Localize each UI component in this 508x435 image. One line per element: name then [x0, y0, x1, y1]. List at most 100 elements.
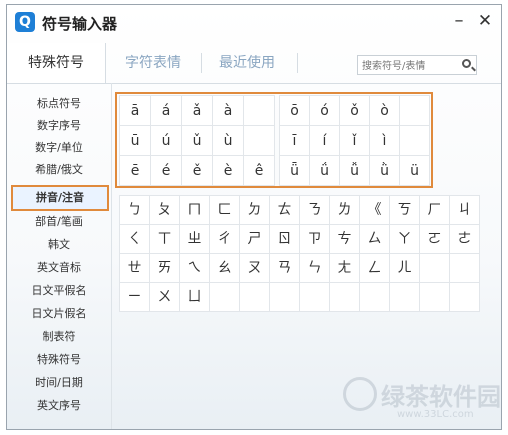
symbol-cell[interactable]: ō	[280, 96, 310, 126]
symbol-cell[interactable]	[240, 283, 270, 312]
symbol-cell[interactable]: ㄈ	[210, 196, 240, 225]
symbol-cell[interactable]: ㄆ	[150, 196, 180, 225]
symbol-cell[interactable]: ā	[120, 96, 151, 126]
tab-divider	[297, 53, 298, 73]
symbol-cell[interactable]	[270, 283, 300, 312]
symbol-cell[interactable]	[450, 283, 480, 312]
symbol-cell[interactable]: ǜ	[370, 156, 400, 186]
symbol-cell[interactable]: à	[213, 96, 244, 126]
symbol-cell[interactable]: ㄓ	[180, 225, 210, 254]
symbol-cell[interactable]: ǚ	[340, 156, 370, 186]
symbol-cell[interactable]: ü	[400, 156, 430, 186]
sidebar-item-english-ordinals[interactable]: 英文序号	[7, 395, 111, 417]
symbol-cell[interactable]: ㄎ	[390, 196, 420, 225]
symbol-cell[interactable]	[400, 126, 430, 156]
symbol-cell[interactable]: ㄨ	[150, 283, 180, 312]
symbol-cell[interactable]: ㄜ	[450, 225, 480, 254]
symbol-cell[interactable]: ㄦ	[390, 254, 420, 283]
symbol-cell[interactable]: ㄚ	[390, 225, 420, 254]
symbol-cell[interactable]: ē	[120, 156, 151, 186]
symbol-cell[interactable]: ú	[151, 126, 182, 156]
minimize-button[interactable]: –	[448, 10, 470, 32]
symbol-cell[interactable]: ǒ	[340, 96, 370, 126]
search-input[interactable]	[360, 56, 458, 76]
symbol-cell[interactable]: ㄗ	[300, 225, 330, 254]
symbol-cell[interactable]: ㄠ	[210, 254, 240, 283]
symbol-cell[interactable]: ì	[370, 126, 400, 156]
symbol-cell[interactable]: ê	[244, 156, 275, 186]
symbol-cell[interactable]	[390, 283, 420, 312]
symbol-cell[interactable]: ㄛ	[420, 225, 450, 254]
symbol-cell[interactable]: ㄩ	[180, 283, 210, 312]
symbol-cell[interactable]: ㄣ	[300, 254, 330, 283]
symbol-cell[interactable]: ㄊ	[270, 196, 300, 225]
sidebar-item-punctuation[interactable]: 标点符号	[7, 93, 111, 115]
symbol-cell[interactable]: ㄥ	[360, 254, 390, 283]
sidebar-item-korean[interactable]: 韩文	[7, 234, 111, 256]
symbol-cell[interactable]: ㄑ	[120, 225, 150, 254]
symbol-cell[interactable]: í	[310, 126, 340, 156]
symbol-cell[interactable]: ㄤ	[330, 254, 360, 283]
symbol-cell[interactable]: é	[151, 156, 182, 186]
symbol-cell[interactable]	[300, 283, 330, 312]
symbol-cell[interactable]: ㄢ	[270, 254, 300, 283]
symbol-cell[interactable]: ㄇ	[180, 196, 210, 225]
symbol-cell[interactable]: á	[151, 96, 182, 126]
sidebar-item-english-phonetics[interactable]: 英文音标	[7, 257, 111, 279]
symbol-cell[interactable]: ㄉ	[240, 196, 270, 225]
tab-special-symbols[interactable]: 特殊符号	[7, 43, 106, 83]
symbol-cell[interactable]: ī	[280, 126, 310, 156]
tab-char-emoticons[interactable]: 字符表情	[125, 43, 181, 83]
symbol-cell[interactable]: ㄏ	[420, 196, 450, 225]
symbol-cell[interactable]	[244, 126, 275, 156]
symbol-cell[interactable]: ǖ	[280, 156, 310, 186]
symbol-cell[interactable]: ㄋ	[300, 196, 330, 225]
symbol-cell[interactable]: ㄐ	[450, 196, 480, 225]
symbol-cell[interactable]: ㄅ	[120, 196, 150, 225]
sidebar-item-radicals-strokes[interactable]: 部首/笔画	[7, 211, 111, 233]
symbol-cell[interactable]: ㄒ	[150, 225, 180, 254]
symbol-cell[interactable]: è	[213, 156, 244, 186]
sidebar-item-number-ordinals[interactable]: 数字序号	[7, 115, 111, 137]
sidebar-item-pinyin-zhuyin[interactable]: 拼音/注音	[11, 185, 109, 211]
symbol-cell[interactable]: ě	[182, 156, 213, 186]
symbol-cell[interactable]	[420, 254, 450, 283]
symbol-cell[interactable]: ǘ	[310, 156, 340, 186]
symbol-cell[interactable]: ㄙ	[360, 225, 390, 254]
symbol-cell[interactable]: ó	[310, 96, 340, 126]
symbol-cell[interactable]: ǔ	[182, 126, 213, 156]
sidebar-item-box-drawing[interactable]: 制表符	[7, 326, 111, 348]
symbol-cell[interactable]	[330, 283, 360, 312]
symbol-cell[interactable]	[244, 96, 275, 126]
symbol-cell[interactable]	[420, 283, 450, 312]
search-icon[interactable]	[462, 59, 471, 68]
sidebar-item-greek-russian[interactable]: 希腊/俄文	[7, 159, 111, 181]
symbol-cell[interactable]: ㄕ	[240, 225, 270, 254]
symbol-cell[interactable]	[450, 254, 480, 283]
symbol-cell[interactable]: 《	[360, 196, 390, 225]
symbol-cell[interactable]: ū	[120, 126, 151, 156]
symbol-cell[interactable]	[400, 96, 430, 126]
symbol-cell[interactable]: ㄔ	[210, 225, 240, 254]
symbol-cell[interactable]: ㄡ	[240, 254, 270, 283]
symbol-cell[interactable]: ㄖ	[270, 225, 300, 254]
tab-recent[interactable]: 最近使用	[219, 43, 275, 83]
sidebar-item-time-date[interactable]: 时间/日期	[7, 372, 111, 394]
symbol-cell[interactable]: ㄘ	[330, 225, 360, 254]
sidebar-item-number-units[interactable]: 数字/单位	[7, 137, 111, 159]
sidebar-item-special-symbols[interactable]: 特殊符号	[7, 349, 111, 371]
close-button[interactable]: ✕	[474, 10, 496, 32]
symbol-cell[interactable]	[210, 283, 240, 312]
symbol-cell[interactable]	[360, 283, 390, 312]
sidebar-item-hiragana[interactable]: 日文平假名	[7, 280, 111, 302]
symbol-cell[interactable]: ǎ	[182, 96, 213, 126]
symbol-cell[interactable]: ㄞ	[150, 254, 180, 283]
symbol-cell[interactable]: ㄧ	[120, 283, 150, 312]
sidebar-item-katakana[interactable]: 日文片假名	[7, 303, 111, 325]
symbol-cell[interactable]: ㄝ	[120, 254, 150, 283]
symbol-cell[interactable]: ò	[370, 96, 400, 126]
symbol-cell[interactable]: ㄟ	[180, 254, 210, 283]
symbol-cell[interactable]: ㄌ	[330, 196, 360, 225]
symbol-cell[interactable]: ù	[213, 126, 244, 156]
symbol-cell[interactable]: ǐ	[340, 126, 370, 156]
